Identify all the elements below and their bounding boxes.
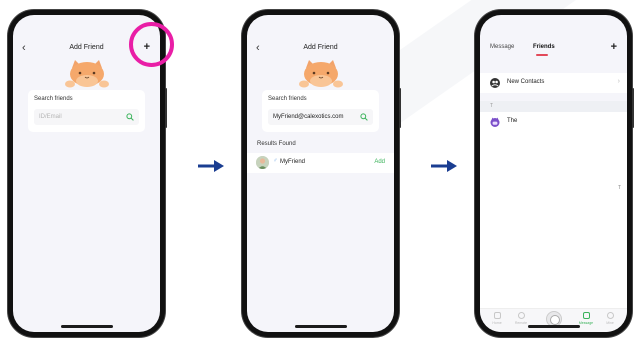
friend-avatar-icon [490, 117, 500, 127]
nav-remote[interactable]: Remote [510, 312, 532, 325]
search-friends-label: Search friends [34, 96, 73, 102]
cat-mascot-icon [64, 60, 109, 88]
male-gender-icon: ♂ [273, 158, 278, 164]
search-card: Search friends MyFriend@calexotics.com [262, 90, 379, 132]
nav-label: Home [492, 321, 502, 325]
nav-message[interactable]: Message [575, 312, 597, 325]
new-contacts-label: New Contacts [507, 79, 545, 85]
tab-friends[interactable]: Friends [533, 43, 555, 56]
bottom-nav: Home Remote Message Mine [480, 308, 627, 332]
top-nav: ‹ Add Friend [247, 42, 394, 56]
friend-list-area [480, 132, 627, 308]
user-icon [606, 312, 614, 319]
contacts-icon [490, 78, 500, 88]
friend-name: The [507, 118, 518, 124]
nav-label: Mine [606, 321, 614, 325]
search-card: Search friends ID/Email [28, 90, 145, 132]
search-input[interactable]: MyFriend@calexotics.com [268, 109, 373, 125]
add-plus-icon[interactable]: + [611, 42, 617, 53]
alphabet-index[interactable]: T [618, 185, 621, 191]
section-header: T [480, 101, 627, 112]
page-title: Add Friend [303, 44, 338, 51]
phone-screen: Message Friends + New Contacts › T The T… [480, 15, 627, 332]
search-icon[interactable] [360, 113, 368, 121]
add-button[interactable]: Add [374, 159, 385, 165]
result-row[interactable]: ♂ MyFriend Add [247, 153, 394, 173]
arrow-right-icon [198, 160, 224, 172]
avatar [256, 156, 269, 169]
phone-add-friend-results: ‹ Add Friend Search friends MyFriend@cal… [242, 10, 401, 337]
phone-screen: ‹ Add Friend Search friends MyFriend@cal… [247, 15, 394, 332]
search-icon[interactable] [126, 113, 134, 121]
nav-home[interactable]: Home [486, 312, 508, 325]
search-friends-label: Search friends [268, 96, 307, 102]
tab-bar: Message Friends + [490, 42, 617, 59]
home-indicator [60, 325, 113, 328]
nav-mine[interactable]: Mine [599, 312, 621, 325]
remote-icon [517, 312, 525, 319]
search-placeholder: ID/Email [39, 114, 62, 120]
home-indicator [294, 325, 347, 328]
highlight-circle [129, 22, 174, 67]
search-input[interactable]: ID/Email [34, 109, 139, 125]
cat-mascot-icon [298, 60, 343, 88]
results-found-label: Results Found [257, 141, 296, 147]
arrow-right-icon [431, 160, 457, 172]
home-icon [493, 312, 501, 319]
result-name: MyFriend [280, 159, 306, 165]
message-icon [582, 312, 590, 319]
phone-friends-list: Message Friends + New Contacts › T The T… [475, 10, 634, 337]
list-item[interactable]: The [480, 112, 627, 132]
tutorial-stage: ‹ Add Friend + Search friends ID/Email ‹… [0, 0, 636, 343]
home-indicator [527, 325, 580, 328]
person-photo-icon [256, 156, 269, 169]
tab-message[interactable]: Message [490, 43, 514, 51]
chevron-right-icon: › [617, 78, 620, 85]
new-contacts-row[interactable]: New Contacts › [480, 73, 627, 93]
search-value: MyFriend@calexotics.com [273, 114, 344, 120]
